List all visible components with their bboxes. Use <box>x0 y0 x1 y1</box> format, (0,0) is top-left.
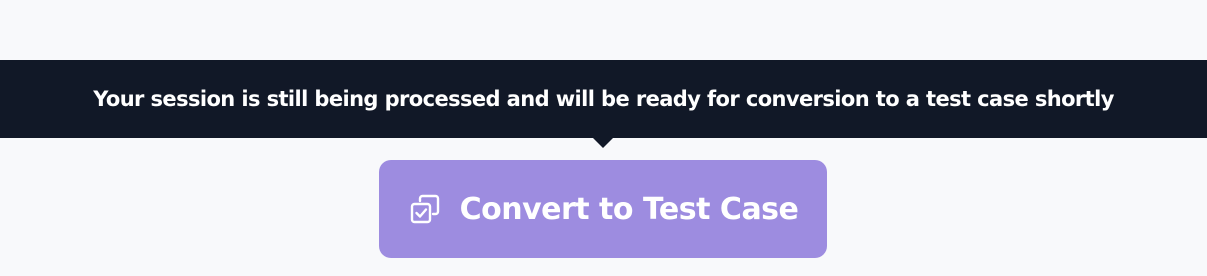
tooltip-text: Your session is still being processed an… <box>93 87 1114 111</box>
copy-check-icon <box>408 192 442 226</box>
button-label: Convert to Test Case <box>459 191 799 227</box>
tooltip-arrow <box>593 138 613 148</box>
processing-tooltip: Your session is still being processed an… <box>0 60 1207 138</box>
convert-to-test-case-button[interactable]: Convert to Test Case <box>379 160 827 258</box>
